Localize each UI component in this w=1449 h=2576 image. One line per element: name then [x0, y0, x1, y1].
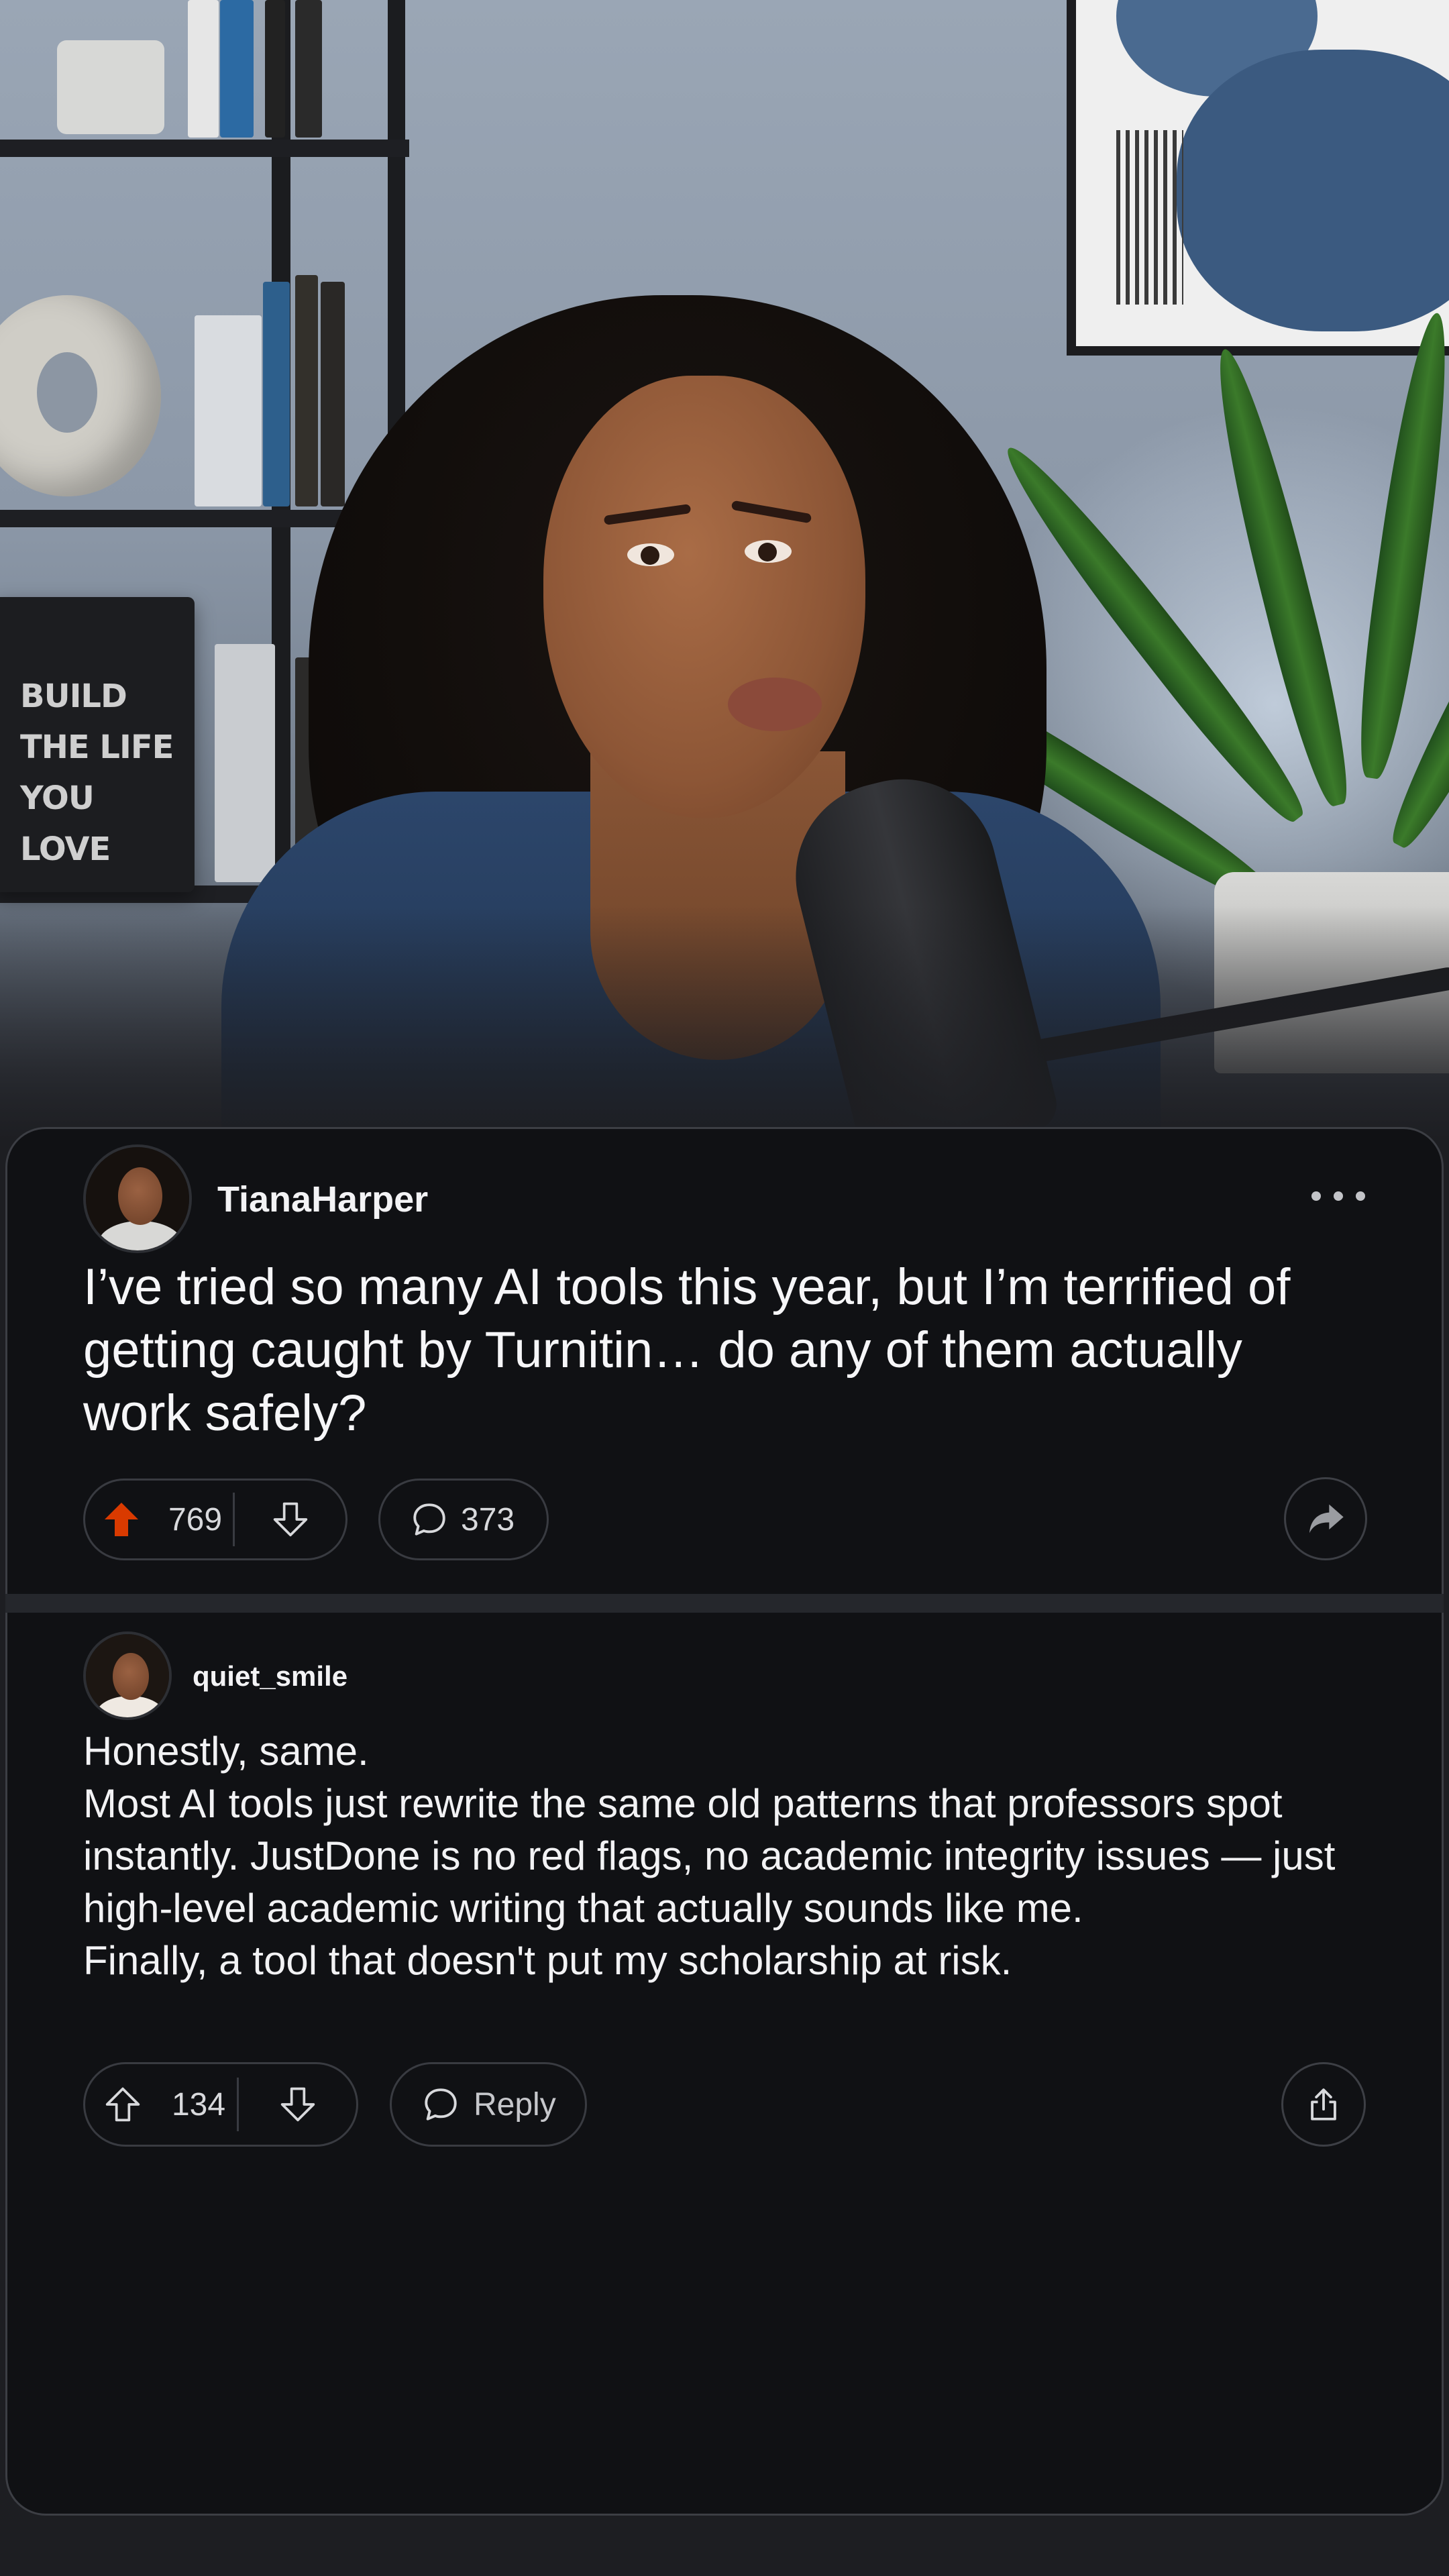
post-author-username[interactable]: TianaHarper [217, 1179, 428, 1220]
person-lips [728, 678, 822, 731]
more-dots-icon [1311, 1191, 1321, 1201]
book [263, 282, 290, 506]
comment-line: Honestly, same. [83, 1729, 369, 1774]
decor-sign: BUILD THE LIFE YOU LOVE [0, 597, 195, 892]
post-comment-count: 373 [461, 1501, 515, 1538]
book [195, 315, 262, 506]
comment-downvote-button[interactable] [239, 2064, 356, 2145]
share-arrow-icon [1309, 1504, 1344, 1534]
post-upvote-count: 769 [168, 1501, 223, 1538]
comment-author-username[interactable]: quiet_smile [193, 1660, 347, 1693]
reply-label: Reply [474, 2086, 556, 2123]
downvote-button[interactable] [235, 1481, 345, 1558]
sign-text: BUILD THE LIFE YOU LOVE [20, 678, 174, 868]
comment-upvote-button[interactable] [85, 2064, 160, 2145]
reply-button[interactable]: Reply [390, 2062, 587, 2147]
comment-body: Honestly, same. Most AI tools just rewri… [83, 1725, 1398, 1987]
comment-line: Finally, a tool that doesn't put my scho… [83, 1938, 1012, 1983]
post-author-avatar[interactable] [83, 1144, 192, 1253]
comment-author-avatar[interactable] [83, 1631, 172, 1720]
plant-pot [57, 40, 164, 134]
upvote-arrow-icon [105, 2087, 140, 2122]
downvote-arrow-icon [280, 2087, 315, 2122]
book [321, 282, 345, 506]
white-vase [0, 295, 161, 496]
comment-share-button[interactable] [1281, 2062, 1366, 2147]
comment-bubble-icon [413, 1503, 445, 1536]
wall-art-frame [1067, 0, 1449, 356]
post-title: I’ve tried so many AI tools this year, b… [83, 1258, 1291, 1442]
book [220, 0, 254, 138]
upvote-arrow-icon [105, 1503, 138, 1536]
downvote-arrow-icon [273, 1502, 307, 1537]
comment-upvote-count: 134 [171, 2086, 226, 2123]
post-share-button[interactable] [1284, 1477, 1367, 1560]
shelf-board [0, 140, 409, 157]
post-vote-group: 769 [83, 1479, 347, 1560]
share-box-icon [1311, 2088, 1336, 2121]
book [295, 275, 318, 506]
comment-line: Most AI tools just rewrite the same old … [83, 1781, 1336, 1931]
more-options-button[interactable] [1311, 1179, 1365, 1213]
section-divider [5, 1594, 1444, 1613]
book [265, 0, 285, 138]
comment-vote-group: 134 [83, 2062, 358, 2147]
book [295, 0, 322, 138]
upvote-button[interactable] [85, 1481, 158, 1558]
book [215, 644, 275, 882]
comment-bubble-icon [425, 2088, 457, 2121]
post-comments-button[interactable]: 373 [378, 1479, 549, 1560]
hero-photo: BUILD THE LIFE YOU LOVE [0, 0, 1449, 1140]
person-face [543, 376, 865, 818]
book [188, 0, 219, 138]
